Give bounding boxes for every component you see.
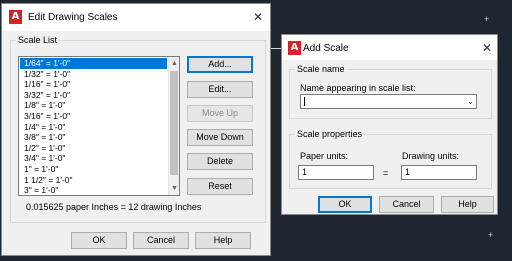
group-label: Scale List — [16, 35, 60, 45]
text-caret — [304, 97, 305, 106]
paper-units-value: 1 — [302, 167, 308, 177]
scroll-thumb[interactable] — [170, 71, 178, 175]
edit-drawing-scales-dialog: A Edit Drawing Scales ✕ Scale List 1/64"… — [1, 3, 271, 256]
titlebar: A Edit Drawing Scales ✕ — [2, 4, 270, 31]
autocad-icon: A — [288, 41, 301, 55]
cancel-button[interactable]: Cancel — [379, 196, 434, 213]
scale-list-item[interactable]: 1" = 1'-0" — [20, 164, 167, 175]
move-down-button[interactable]: Move Down — [187, 129, 253, 146]
scale-list-item[interactable]: 1 1/2" = 1'-0" — [20, 175, 167, 186]
canvas-mark: + — [484, 14, 490, 24]
group-label: Scale properties — [295, 129, 365, 139]
scale-list-item[interactable]: 3/4" = 1'-0" — [20, 153, 167, 164]
help-button[interactable]: Help — [441, 196, 494, 213]
ok-button[interactable]: OK — [318, 196, 372, 213]
close-icon[interactable]: ✕ — [480, 41, 494, 55]
scrollbar[interactable]: ▲ ▼ — [168, 57, 179, 195]
scale-list-item[interactable]: 1/16" = 1'-0" — [20, 79, 167, 90]
paper-units-input[interactable]: 1 — [298, 165, 374, 180]
titlebar: A Add Scale ✕ — [282, 35, 497, 60]
close-icon[interactable]: ✕ — [251, 10, 265, 24]
scale-list-items: 1/64" = 1'-0" 1/32" = 1'-0" 1/16" = 1'-0" 3… — [20, 58, 167, 195]
scale-properties-group: Scale properties — [289, 129, 492, 189]
scroll-down-icon[interactable]: ▼ — [169, 183, 179, 194]
paper-units-label: Paper units: — [300, 151, 349, 161]
scale-name-combobox[interactable]: ⌄ — [300, 94, 477, 109]
equals-sign: = — [383, 168, 389, 178]
scale-list-item[interactable]: 1/64" = 1'-0" — [20, 58, 167, 69]
scale-list-item[interactable]: 1/32" = 1'-0" — [20, 69, 167, 80]
scale-status-text: 0.015625 paper Inches = 12 drawing Inche… — [26, 202, 202, 212]
scale-list-item[interactable]: 1/4" = 1'-0" — [20, 122, 167, 133]
chevron-down-icon[interactable]: ⌄ — [467, 95, 474, 108]
scale-list-item[interactable]: 3/8" = 1'-0" — [20, 132, 167, 143]
autocad-icon: A — [9, 10, 22, 24]
edit-button[interactable]: Edit... — [187, 81, 253, 98]
drawing-units-input[interactable]: 1 — [401, 165, 477, 180]
help-button[interactable]: Help — [195, 232, 251, 249]
scale-list-item[interactable]: 3" = 1'-0" — [20, 185, 167, 195]
scale-list-item[interactable]: 3/32" = 1'-0" — [20, 90, 167, 101]
scale-list-item[interactable]: 1/8" = 1'-0" — [20, 100, 167, 111]
dialog-title: Add Scale — [303, 43, 349, 54]
delete-button[interactable]: Delete — [187, 153, 253, 170]
reset-button[interactable]: Reset — [187, 178, 253, 195]
scroll-up-icon[interactable]: ▲ — [169, 58, 179, 69]
scale-list-item[interactable]: 1/2" = 1'-0" — [20, 143, 167, 154]
move-up-button[interactable]: Move Up — [187, 105, 253, 122]
drawing-units-label: Drawing units: — [402, 151, 460, 161]
cancel-button[interactable]: Cancel — [133, 232, 189, 249]
scale-listbox[interactable]: 1/64" = 1'-0" 1/32" = 1'-0" 1/16" = 1'-0" 3… — [18, 56, 180, 196]
dialog-title: Edit Drawing Scales — [28, 12, 118, 23]
canvas-mark: + — [488, 230, 494, 240]
add-button[interactable]: Add... — [187, 56, 253, 73]
group-label: Scale name — [295, 64, 347, 74]
name-label: Name appearing in scale list: — [300, 83, 416, 93]
ok-button[interactable]: OK — [71, 232, 127, 249]
scale-list-item[interactable]: 3/16" = 1'-0" — [20, 111, 167, 122]
drawing-units-value: 1 — [405, 167, 411, 177]
add-scale-dialog: A Add Scale ✕ Scale name Name appearing … — [281, 34, 498, 215]
